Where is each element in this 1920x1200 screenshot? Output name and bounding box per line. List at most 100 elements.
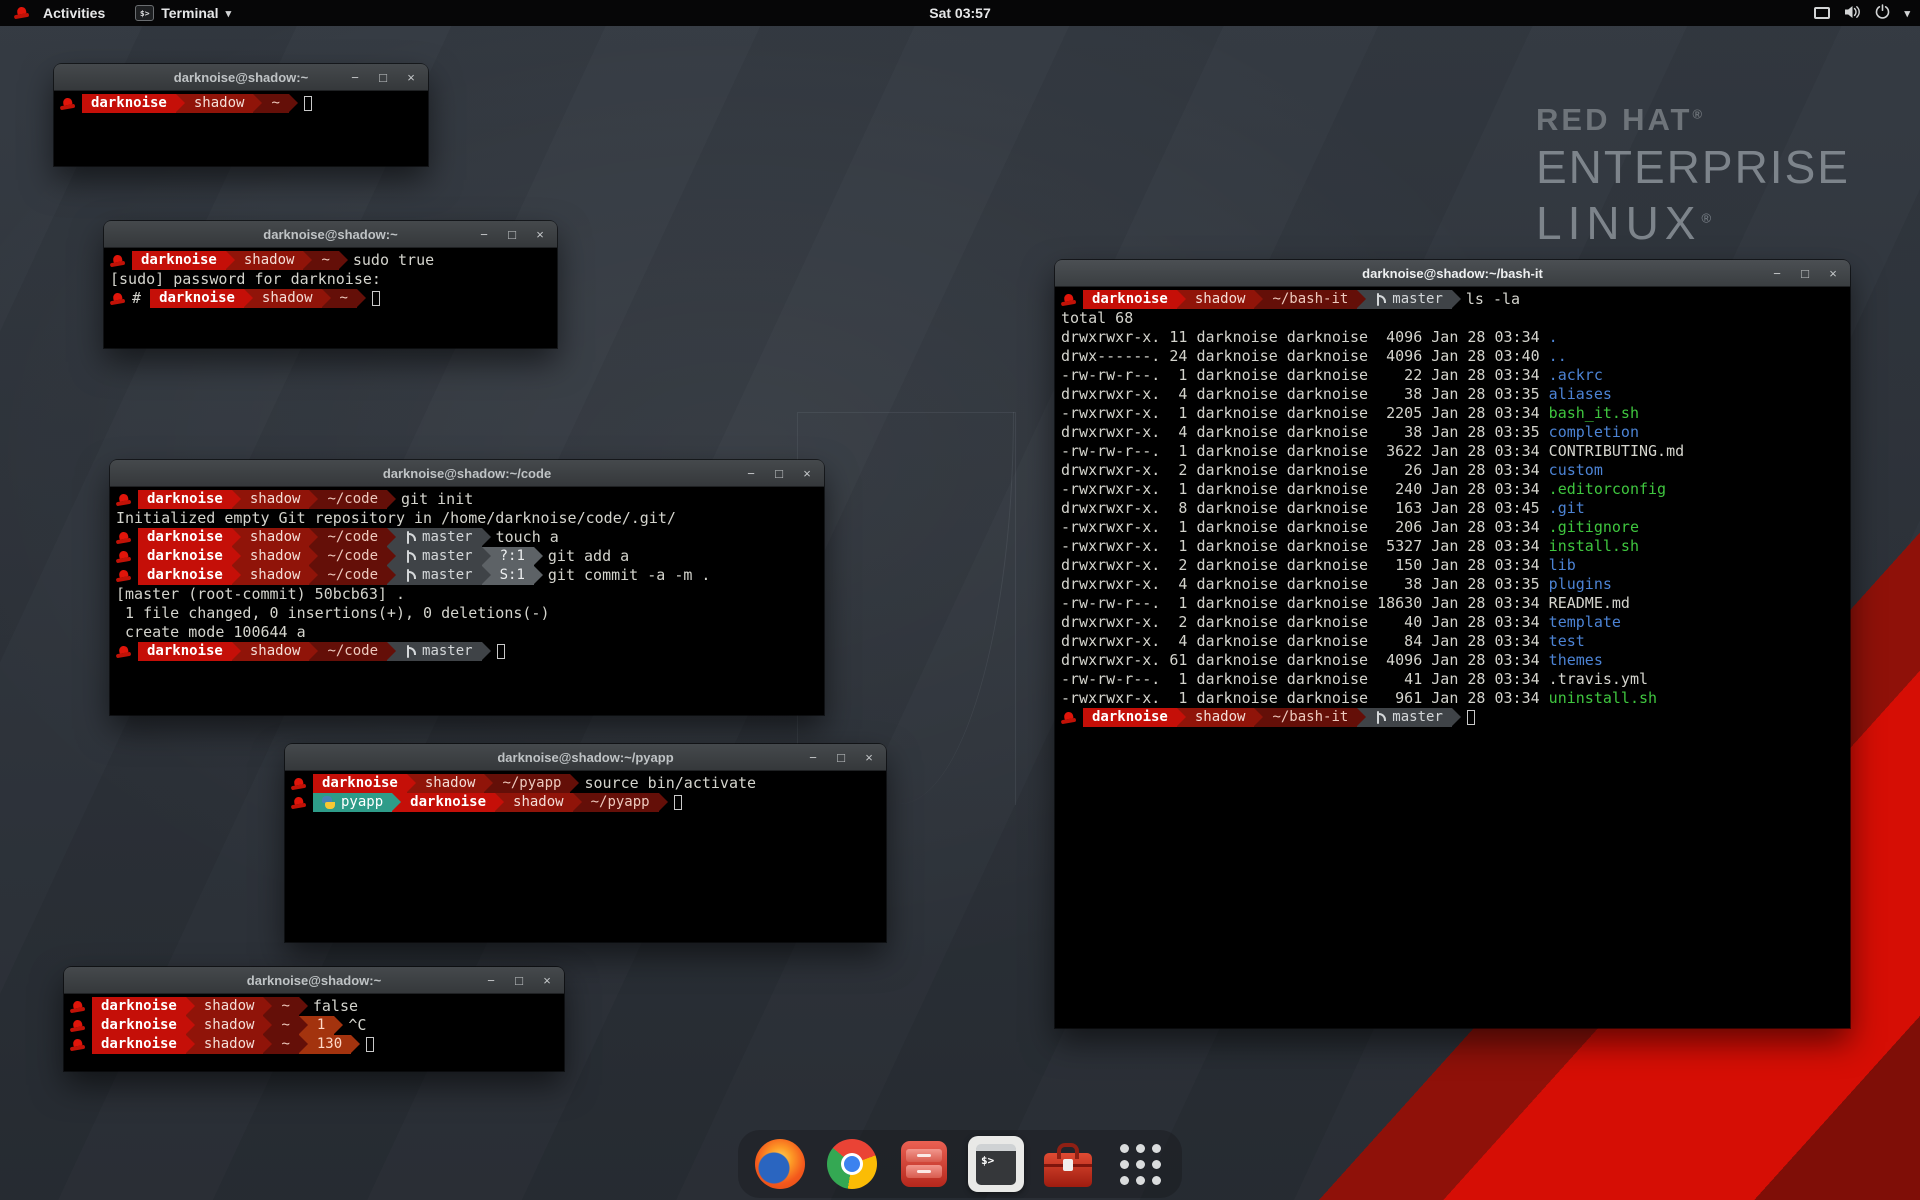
terminal-content[interactable]: darknoiseshadow~/codegit initInitialized… xyxy=(110,487,824,715)
prompt-segment-host: shadow xyxy=(195,1016,264,1035)
terminal-line: total 68 xyxy=(1061,309,1844,328)
powerline-separator xyxy=(289,94,298,113)
powerline-arrow xyxy=(176,94,185,112)
maximize-button[interactable]: □ xyxy=(505,227,519,242)
toolbox-icon xyxy=(1044,1153,1092,1187)
window-titlebar[interactable]: darknoise@shadow:~/bash-it − □ × xyxy=(1055,260,1850,287)
caret-down-icon[interactable]: ▾ xyxy=(1904,7,1910,20)
terminal-content[interactable]: darknoiseshadow~falsedarknoiseshadow~1^C… xyxy=(64,994,564,1071)
dock-item-app-grid[interactable] xyxy=(1112,1136,1168,1192)
powerline-arrow xyxy=(570,774,579,792)
minimize-button[interactable]: − xyxy=(806,750,820,765)
top-bar: Activities $> Terminal ▾ Sat 03:57 ▾ xyxy=(0,0,1920,26)
close-button[interactable]: × xyxy=(862,750,876,765)
prompt-segment-path: ~/code xyxy=(318,490,387,509)
redhat-branding: RED HAT® ENTERPRISE LINUX® xyxy=(1536,102,1850,250)
terminal-line: 1 file changed, 0 insertions(+), 0 delet… xyxy=(116,604,818,623)
powerline-arrow xyxy=(1452,708,1461,726)
power-icon[interactable] xyxy=(1875,4,1890,22)
minimize-button[interactable]: − xyxy=(744,466,758,481)
screen-icon[interactable] xyxy=(1814,7,1830,19)
distro-icon xyxy=(1061,293,1077,307)
terminal-text: CONTRIBUTING.md xyxy=(1549,442,1684,461)
terminal-cursor xyxy=(1467,710,1475,725)
window-titlebar[interactable]: darknoise@shadow:~ − □ × xyxy=(64,967,564,994)
close-button[interactable]: × xyxy=(404,70,418,85)
powerline-separator xyxy=(1452,290,1461,309)
prompt-segment-user: darknoise xyxy=(138,642,232,661)
close-button[interactable]: × xyxy=(540,973,554,988)
powerline-separator xyxy=(387,528,396,547)
branding-line-3: LINUX® xyxy=(1536,196,1850,250)
close-button[interactable]: × xyxy=(1826,266,1840,281)
window-title: darknoise@shadow:~ xyxy=(247,973,381,988)
powerline-arrow xyxy=(1254,708,1263,726)
maximize-button[interactable]: □ xyxy=(512,973,526,988)
terminal-content[interactable]: darknoiseshadow~ xyxy=(54,91,428,166)
git-branch-icon xyxy=(405,550,416,563)
prompt-segment-host: shadow xyxy=(1186,290,1255,309)
powerline-arrow xyxy=(303,251,312,269)
close-button[interactable]: × xyxy=(533,227,547,242)
terminal-line: darknoiseshadow~/codemaster xyxy=(116,642,818,661)
terminal-text: themes xyxy=(1549,651,1603,670)
powerline-arrow xyxy=(351,1035,360,1053)
terminal-content[interactable]: darknoiseshadow~/pyappsource bin/activat… xyxy=(285,771,886,942)
maximize-button[interactable]: □ xyxy=(376,70,390,85)
close-button[interactable]: × xyxy=(800,466,814,481)
powerline-separator xyxy=(263,997,272,1016)
distro-icon xyxy=(1061,711,1077,725)
minimize-button[interactable]: − xyxy=(348,70,362,85)
prompt-segment-git: master xyxy=(396,566,482,585)
clock[interactable]: Sat 03:57 xyxy=(929,5,990,21)
terminal-cursor xyxy=(372,291,380,306)
prompt-segment-host: shadow xyxy=(241,566,310,585)
window-titlebar[interactable]: darknoise@shadow:~/code − □ × xyxy=(110,460,824,487)
maximize-button[interactable]: □ xyxy=(772,466,786,481)
window-titlebar[interactable]: darknoise@shadow:~ − □ × xyxy=(54,64,428,91)
firefox-icon xyxy=(755,1139,805,1189)
terminal-text: bash_it.sh xyxy=(1549,404,1639,423)
app-menu-terminal[interactable]: $> Terminal ▾ xyxy=(131,0,235,26)
activities-button[interactable]: Activities xyxy=(10,0,109,26)
maximize-button[interactable]: □ xyxy=(1798,266,1812,281)
powerline-separator xyxy=(534,566,543,585)
terminal-line: darknoiseshadow~130 xyxy=(70,1035,558,1054)
window-titlebar[interactable]: darknoise@shadow:~/pyapp − □ × xyxy=(285,744,886,771)
prompt-segment-host: shadow xyxy=(1186,708,1255,727)
terminal-line: drwxrwxr-x. 2 darknoise darknoise 150 Ja… xyxy=(1061,556,1844,575)
powerline-arrow xyxy=(1357,290,1366,308)
minimize-button[interactable]: − xyxy=(1770,266,1784,281)
terminal-line: darknoiseshadow~false xyxy=(70,997,558,1016)
terminal-text: template xyxy=(1549,613,1621,632)
maximize-button[interactable]: □ xyxy=(834,750,848,765)
terminal-text: source bin/activate xyxy=(584,774,756,793)
dock-item-firefox[interactable] xyxy=(752,1136,808,1192)
prompt-segment-user: darknoise xyxy=(401,793,495,812)
terminal-line: drwxrwxr-x. 4 darknoise darknoise 38 Jan… xyxy=(1061,575,1844,594)
powerline-separator xyxy=(309,490,318,509)
git-branch-icon xyxy=(405,645,416,658)
powerline-separator xyxy=(407,774,416,793)
prompt-segment-host: shadow xyxy=(253,289,322,308)
terminal-content[interactable]: darknoiseshadow~sudo true[sudo] password… xyxy=(104,248,557,348)
minimize-button[interactable]: − xyxy=(484,973,498,988)
prompt-segment-venv: pyapp xyxy=(313,793,392,812)
terminal-line: -rwxrwxr-x. 1 darknoise darknoise 961 Ja… xyxy=(1061,689,1844,708)
dock-item-toolbox[interactable] xyxy=(1040,1136,1096,1192)
dock-item-chrome[interactable] xyxy=(824,1136,880,1192)
powerline-separator xyxy=(232,642,241,661)
window-titlebar[interactable]: darknoise@shadow:~ − □ × xyxy=(104,221,557,248)
prompt-segment-user: darknoise xyxy=(138,528,232,547)
terminal-text: .editorconfig xyxy=(1549,480,1666,499)
prompt-segment-git: master xyxy=(396,547,482,566)
terminal-text: . xyxy=(1549,328,1558,347)
dock-item-files[interactable] xyxy=(896,1136,952,1192)
minimize-button[interactable]: − xyxy=(477,227,491,242)
terminal-text: .. xyxy=(1549,347,1567,366)
terminal-cursor xyxy=(674,795,682,810)
terminal-content[interactable]: darknoiseshadow~/bash-itmasterls -latota… xyxy=(1055,287,1850,1028)
dock-item-terminal[interactable]: $> xyxy=(968,1136,1024,1192)
powerline-separator xyxy=(387,547,396,566)
volume-icon[interactable] xyxy=(1844,5,1861,22)
